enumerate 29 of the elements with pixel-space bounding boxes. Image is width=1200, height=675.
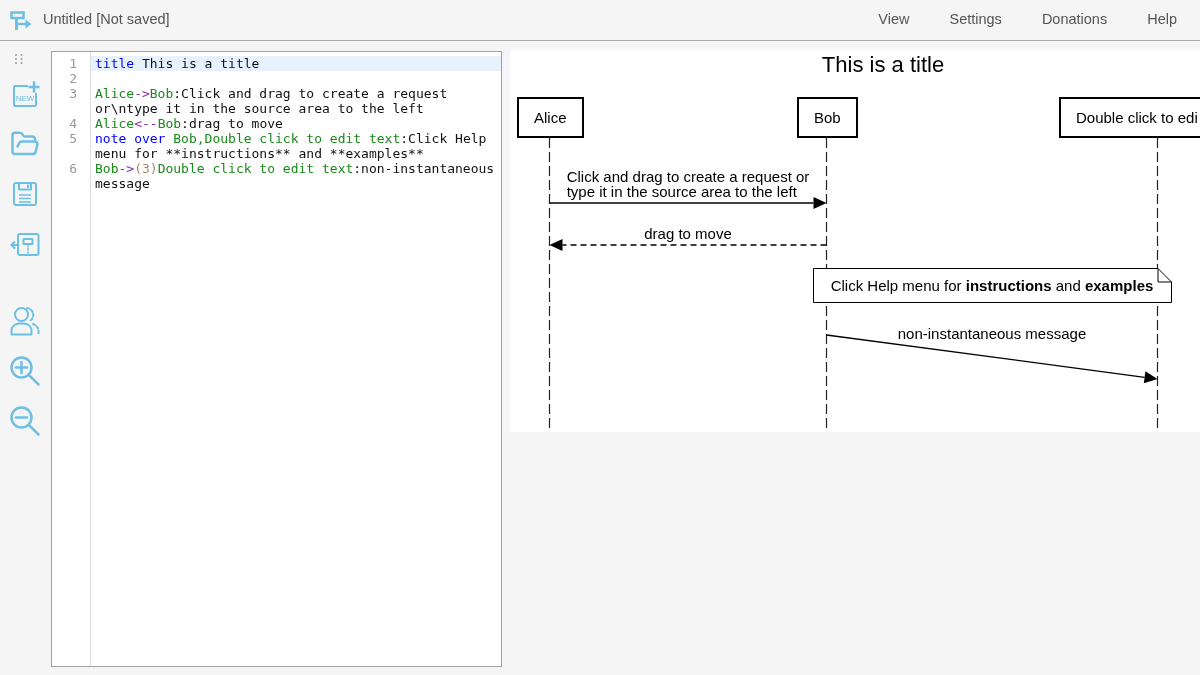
zoom-out-icon [10, 406, 40, 436]
line-number: 6 [69, 161, 77, 176]
menu-item[interactable]: View [858, 0, 930, 40]
line-number: 3 [69, 86, 77, 101]
code-line: Bob->(3)Double click to edit text:non-instantaneous message [94, 161, 496, 191]
participant-box: Double click to edi [1059, 97, 1200, 138]
message-label: Click and drag to create a request or type it in the source area to the left [566, 169, 810, 199]
diagram-title: This is a title [821, 52, 945, 78]
menu-item[interactable]: Help [1127, 0, 1197, 40]
line-number: 2 [69, 71, 77, 86]
code-line: note over Bob,Double click to edit text:Click Help menu for **instructions** and **examples** [94, 131, 488, 161]
line-number: 1 [69, 56, 77, 71]
message-label: drag to move [644, 226, 732, 241]
document-title: Untitled [Not saved] [43, 10, 170, 30]
zoom-in-icon [10, 356, 40, 386]
code-line: Alice<--Bob:drag to move [94, 116, 284, 131]
note: Click Help menu for instructions and examples [812, 268, 1172, 303]
line-number: 5 [69, 131, 77, 146]
line-number: 4 [69, 116, 77, 131]
logo-icon [10, 10, 32, 30]
code-line: Alice->Bob:Click and drag to create a request or\ntype it in the source area to the left [94, 86, 449, 116]
participant-box: Alice [517, 97, 584, 138]
message-label: non-instantaneous message [897, 326, 1087, 341]
code-editor[interactable] [51, 51, 502, 667]
drag-handle-icon[interactable] [15, 54, 23, 64]
menu-item[interactable]: Settings [929, 0, 1022, 40]
participant-box: Bob [797, 97, 858, 138]
user-icon [10, 306, 40, 336]
menu-item[interactable]: Donations [1021, 0, 1128, 40]
